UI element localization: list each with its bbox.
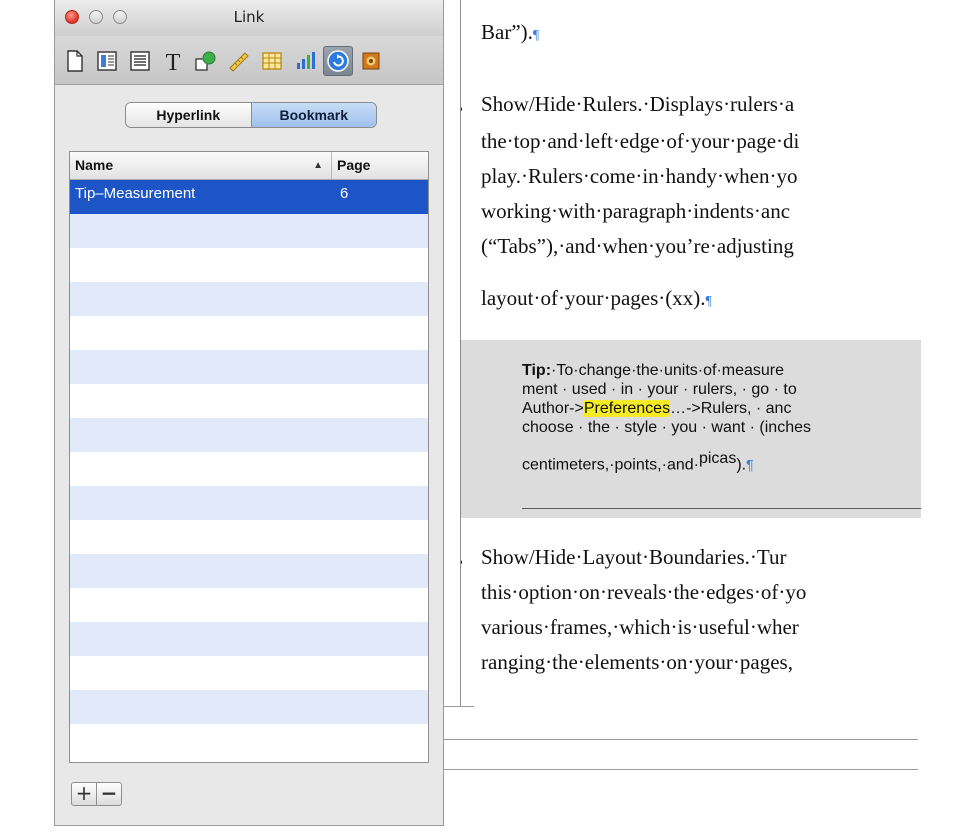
empty-row: [70, 690, 428, 724]
divider: [444, 769, 918, 770]
paragraph-1-line: play.·Rulers·come·in·handy·when·yo: [481, 164, 798, 188]
tip-label: Tip:: [522, 362, 552, 379]
window-title: Link: [233, 8, 265, 26]
paragraph-2-line: Show/Hide·Layout·Boundaries.·Tur: [481, 545, 787, 569]
empty-row: [70, 248, 428, 282]
empty-row: [70, 486, 428, 520]
empty-row: [70, 214, 428, 248]
tip-line: Author->Preferences…->Rulers, · anc: [522, 400, 791, 418]
tip-line: ment · used · in · your · rulers, · go ·…: [522, 381, 797, 398]
paragraph-2-line: various·frames,·which·is·useful·wher: [481, 615, 799, 639]
quicktime-icon[interactable]: [356, 46, 386, 76]
empty-row: [70, 350, 428, 384]
add-bookmark-button[interactable]: +: [71, 782, 97, 806]
graphic-icon[interactable]: [191, 46, 221, 76]
text-icon[interactable]: T: [158, 46, 188, 76]
empty-row: [70, 452, 428, 486]
bookmark-page-cell: 6: [340, 185, 349, 202]
clipped-text-line: · · · · · · · · · · · · · · · · · · · · …: [461, 0, 791, 9]
bookmark-name-cell: Tip–Measurement: [75, 185, 196, 202]
name-column-label: Name: [75, 157, 114, 173]
table-row[interactable]: Tip–Measurement 6: [70, 180, 428, 214]
remove-bookmark-button[interactable]: −: [96, 782, 122, 806]
superscript-text: picas: [698, 450, 737, 467]
paragraph-2-line: this·option·on·reveals·the·edges·of·yo: [481, 580, 807, 604]
table-icon[interactable]: [257, 46, 287, 76]
inspector-toolbar: T: [55, 36, 443, 85]
tip-line: Tip:·To·change·the·units·of·measure: [522, 362, 784, 380]
empty-row: [70, 656, 428, 690]
tip-box: Tip:·To·change·the·units·of·measure ment…: [461, 340, 921, 518]
tip-line: choose · the · style · you · want · (inc…: [522, 419, 811, 436]
link-icon[interactable]: [323, 46, 353, 76]
document-icon[interactable]: [59, 46, 89, 76]
empty-row: [70, 316, 428, 350]
empty-row: [70, 622, 428, 656]
empty-row: [70, 724, 428, 758]
text-run: …->Rulers, · anc: [670, 400, 792, 417]
tip-bottom-rule: [522, 508, 921, 509]
hyperlink-tab[interactable]: Hyperlink: [126, 103, 252, 127]
svg-text:T: T: [166, 50, 181, 74]
document-page[interactable]: · · · · · · · · · · · · · · · · · · · · …: [461, 0, 921, 706]
pilcrow-mark: ¶: [746, 456, 754, 473]
sort-ascending-icon: ▲: [313, 160, 323, 171]
link-type-segmented-control: Hyperlink Bookmark: [125, 102, 377, 128]
link-inspector-panel: Link T Hyperlink Bookmark Name ▲ Page Ti…: [54, 0, 444, 826]
empty-row: [70, 384, 428, 418]
page-column-header[interactable]: Page: [332, 152, 428, 179]
paragraph-1-line: working·with·paragraph·indents·anc: [481, 199, 791, 223]
tip-line: centimeters,·points,·and·picas).¶: [522, 450, 754, 474]
text-run: ·To·change·the·units·of·measure: [551, 362, 785, 379]
empty-row: [70, 520, 428, 554]
text-run: Author->: [522, 400, 584, 417]
empty-row: [70, 554, 428, 588]
bookmark-tab[interactable]: Bookmark: [251, 103, 376, 127]
paragraph-1-line: the·top·and·left·edge·of·your·page·di: [481, 129, 800, 153]
text-run: layout·of·your·pages·(xx).: [481, 286, 706, 310]
empty-row: [70, 418, 428, 452]
empty-row: [70, 588, 428, 622]
divider: [444, 706, 474, 707]
text-run: centimeters,·points,·and·: [522, 456, 699, 474]
pilcrow-mark: ¶: [532, 28, 540, 43]
wrap-icon[interactable]: [125, 46, 155, 76]
paragraph-0-tail: Bar”).¶: [481, 20, 539, 45]
paragraph-1-line: Show/Hide·Rulers.·Displays·rulers·a: [481, 92, 795, 116]
divider: [444, 739, 918, 740]
paragraph-1-last-line: layout·of·your·pages·(xx).¶: [481, 286, 712, 311]
paragraph-1-line: (“Tabs”),·and·when·you’re·adjusting: [481, 234, 794, 258]
bullet-marker: •: [461, 100, 464, 119]
highlighted-text: Preferences: [583, 400, 671, 417]
metrics-icon[interactable]: [224, 46, 254, 76]
empty-row: [70, 282, 428, 316]
table-header: Name ▲ Page: [70, 152, 428, 180]
title-bar[interactable]: Link: [55, 0, 443, 36]
chart-icon[interactable]: [290, 46, 320, 76]
layout-icon[interactable]: [92, 46, 122, 76]
text-run: ).: [736, 456, 747, 474]
paragraph-2-line: ranging·the·elements·on·your·pages,: [481, 650, 793, 674]
bullet-marker: •: [461, 553, 464, 572]
pilcrow-mark: ¶: [705, 294, 712, 309]
text-run: Bar”).: [481, 20, 533, 44]
name-column-header[interactable]: Name ▲: [70, 152, 332, 179]
bookmark-table: Name ▲ Page Tip–Measurement 6: [69, 151, 429, 763]
